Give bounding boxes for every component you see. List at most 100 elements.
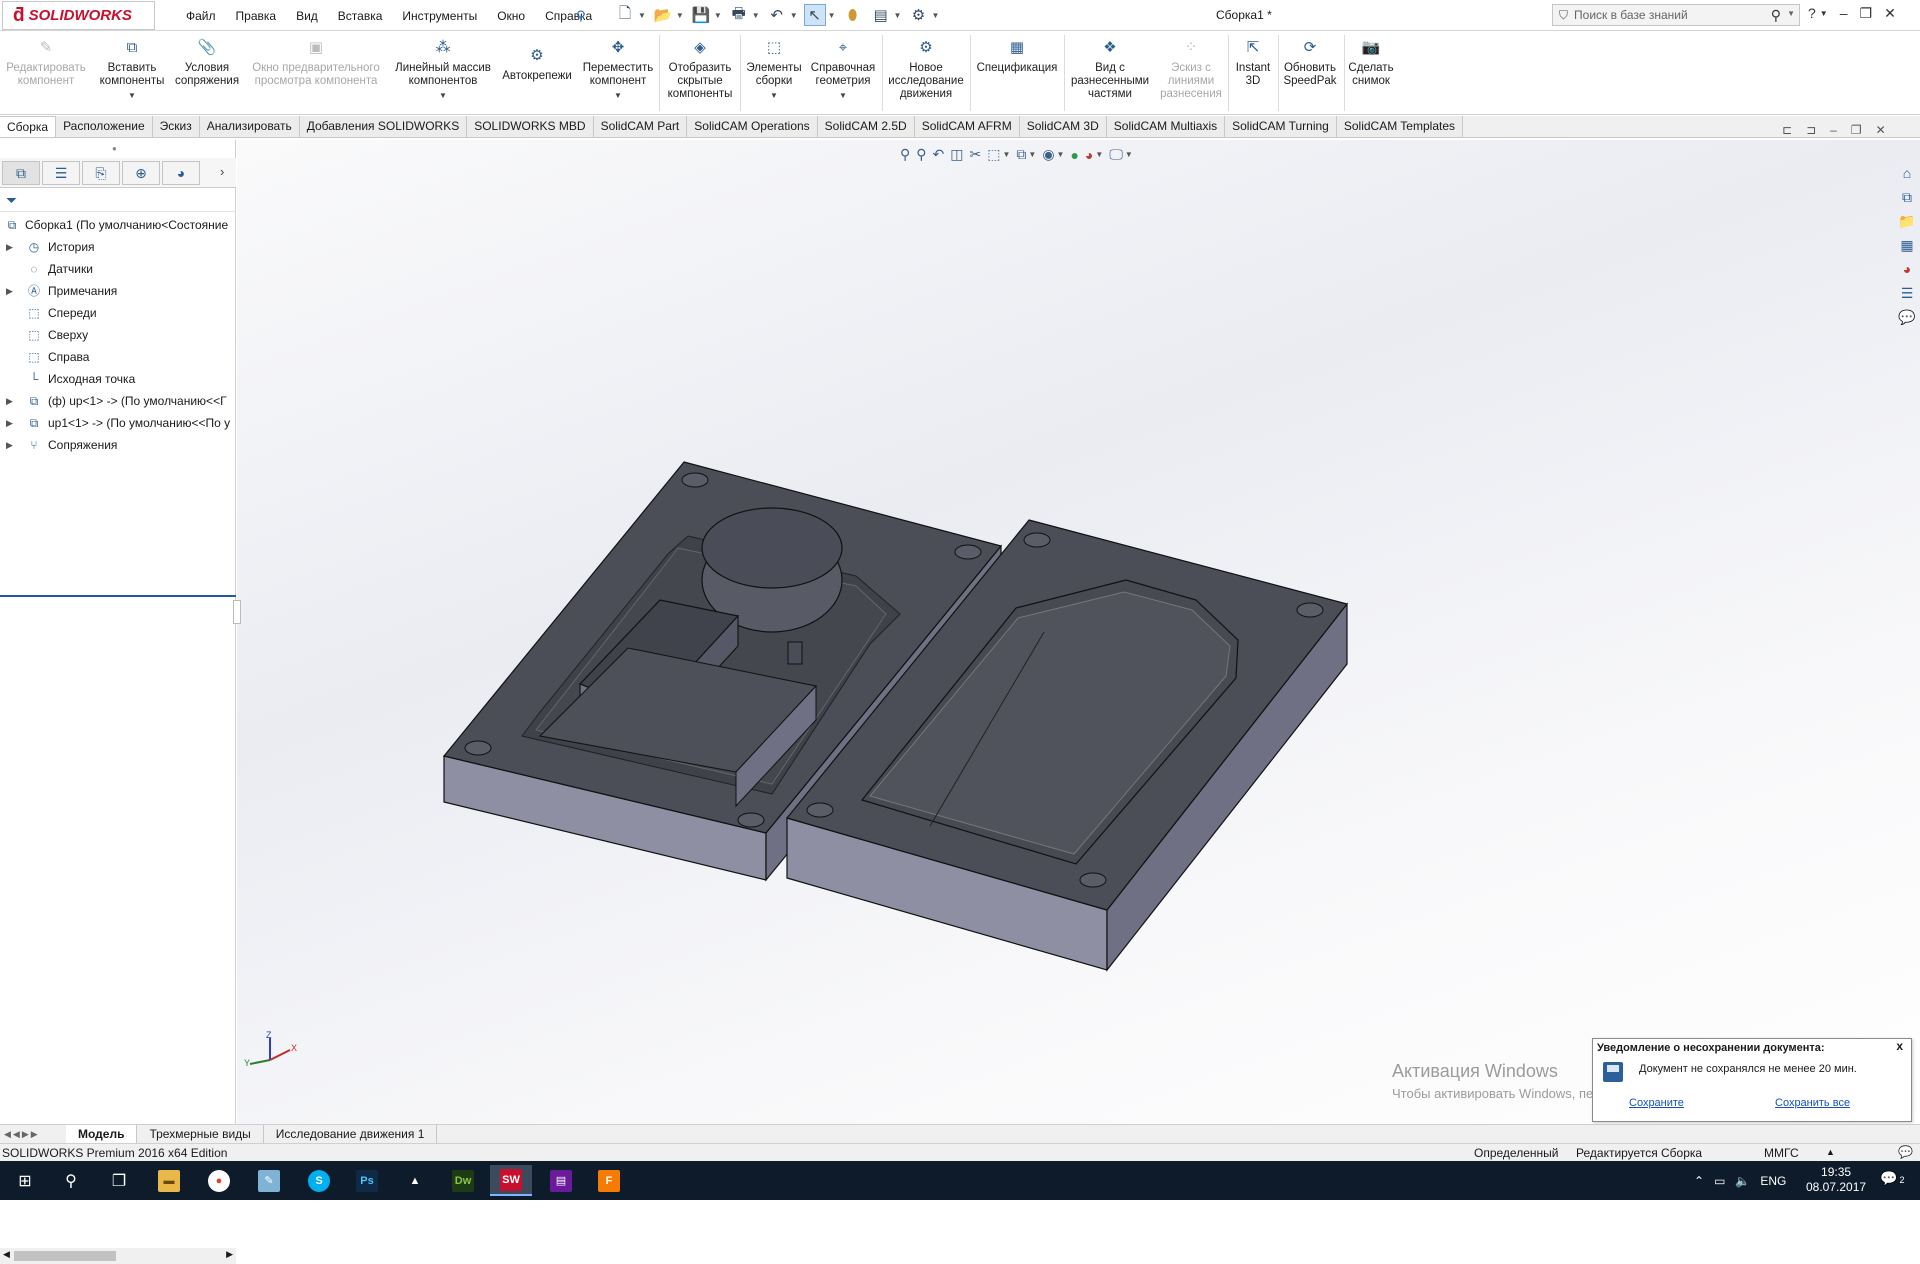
linear-pattern-dropdown-icon[interactable]: ▼ [390, 89, 496, 102]
configuration-manager-tab-icon[interactable]: ⎘ [82, 161, 120, 185]
tree-item-sensors[interactable]: ◌ Датчики [0, 258, 236, 280]
tree-item-mates[interactable]: ▶ ⑂ Сопряжения [0, 434, 236, 456]
custom-properties-icon[interactable]: ☰ [1901, 285, 1914, 303]
appearances-icon[interactable]: ◕ [1903, 261, 1911, 279]
save-icon[interactable]: 💾 [690, 4, 712, 26]
preview-window-button[interactable]: ▣ Окно предварительного просмотра компоне… [246, 40, 386, 88]
knowledge-base-search[interactable]: ⛉ Поиск в базе знаний ⚲ ▼ [1552, 4, 1800, 26]
expand-arrow-icon[interactable]: ▶ [6, 236, 13, 258]
edit-appearance-icon[interactable]: ● [1070, 147, 1078, 163]
tab-mbd[interactable]: SOLIDWORKS MBD [467, 116, 594, 137]
solidworks-taskbar-icon[interactable]: SW [490, 1165, 532, 1196]
expand-arrow-icon[interactable]: ▶ [6, 390, 13, 412]
undo-dropdown-icon[interactable]: ▼ [790, 11, 798, 20]
solidworks-resources-icon[interactable]: ⌂ [1903, 165, 1911, 183]
menu-help[interactable]: Справка [535, 9, 602, 23]
tile-left-icon[interactable]: ⊏ [1782, 123, 1792, 137]
start-button-icon[interactable]: ⊞ [4, 1165, 46, 1196]
action-center-icon[interactable]: 💬 2 [1880, 1170, 1904, 1187]
search-taskbar-icon[interactable]: ⚲ [50, 1165, 92, 1196]
tab-solidcam-multiaxis[interactable]: SolidCAM Multiaxis [1106, 116, 1226, 137]
network-icon[interactable]: ▭ [1714, 1174, 1725, 1188]
view-palette-icon[interactable]: ▦ [1900, 237, 1913, 255]
tree-item-component-up[interactable]: ▶ ⧉ (ф) up<1> -> (По умолчанию<<Г [0, 390, 236, 412]
menu-file[interactable]: Файл [176, 9, 226, 23]
tree-item-front-plane[interactable]: ⬚ Спереди [0, 302, 236, 324]
filter-funnel-icon[interactable]: ⏷ [6, 192, 17, 209]
graphics-area[interactable] [237, 140, 1920, 1126]
tab-solidcam-templates[interactable]: SolidCAM Templates [1336, 116, 1464, 137]
volume-icon[interactable]: 🔈 [1735, 1174, 1750, 1188]
file-explorer-icon[interactable]: 📁 [1898, 213, 1915, 231]
tab-solidcam-operations[interactable]: SolidCAM Operations [687, 116, 818, 137]
expand-arrow-icon[interactable]: ▶ [6, 412, 13, 434]
solidworks-logo[interactable]: ƌ SOLIDWORKS [2, 1, 155, 30]
tree-item-right-plane[interactable]: ⬚ Справа [0, 346, 236, 368]
winrar-icon[interactable]: ▤ [540, 1165, 582, 1196]
tab-addins[interactable]: Добавления SOLIDWORKS [299, 116, 468, 137]
notification-close-icon[interactable]: x [1896, 1039, 1903, 1053]
hide-show-items-icon[interactable]: ◉ [1042, 146, 1054, 163]
pin-menu-icon[interactable]: ⚲ [576, 8, 586, 24]
save-link[interactable]: Сохраните [1629, 1097, 1684, 1109]
tab-solidcam-3d[interactable]: SolidCAM 3D [1019, 116, 1107, 137]
view-settings-dropdown-icon[interactable]: ▼ [1125, 150, 1133, 159]
view-orientation-icon[interactable]: ⬚ [987, 146, 1000, 163]
task-view-icon[interactable]: ❐ [98, 1165, 140, 1196]
dynamic-annotation-icon[interactable]: ✂ [970, 146, 982, 163]
reference-geometry-dropdown-icon[interactable]: ▼ [808, 89, 878, 102]
tree-filter[interactable]: ⏷ [0, 190, 236, 212]
panel-horizontal-scrollbar[interactable]: ◀ ▶ [0, 1248, 236, 1264]
view-orientation-dropdown-icon[interactable]: ▼ [1002, 150, 1010, 159]
select-dropdown-icon[interactable]: ▼ [828, 11, 836, 20]
menu-window[interactable]: Окно [487, 9, 535, 23]
expand-arrow-icon[interactable]: ▶ [6, 434, 13, 456]
units-dropdown-icon[interactable]: ▲ [1826, 1147, 1835, 1157]
tab-evaluate[interactable]: Анализировать [199, 116, 300, 137]
zoom-to-fit-icon[interactable]: ⚲ [900, 146, 910, 163]
tree-item-top-plane[interactable]: ⬚ Сверху [0, 324, 236, 346]
menu-view[interactable]: Вид [286, 9, 328, 23]
search-input[interactable]: Поиск в базе знаний [1574, 8, 1688, 22]
tree-item-history[interactable]: ▶ ◷ История [0, 236, 236, 258]
panel-tabs-more-icon[interactable]: › [220, 164, 224, 179]
save-dropdown-icon[interactable]: ▼ [714, 11, 722, 20]
take-snapshot-button[interactable]: 📷 Сделать снимок [1346, 40, 1396, 88]
assembly-features-button[interactable]: ⬚ Элементы сборки ▼ [742, 40, 806, 102]
display-style-icon[interactable]: ⧉ [1016, 146, 1026, 163]
notepad-icon[interactable]: ✎ [248, 1165, 290, 1196]
doc-close-icon[interactable]: ✕ [1876, 123, 1886, 137]
tab-solidcam-25d[interactable]: SolidCAM 2.5D [817, 116, 915, 137]
close-icon[interactable]: ✕ [1884, 5, 1896, 22]
clock[interactable]: 19:35 08.07.2017 [1806, 1165, 1866, 1195]
properties-dropdown-icon[interactable]: ▼ [894, 11, 902, 20]
section-view-icon[interactable]: ◫ [950, 146, 963, 163]
menu-insert[interactable]: Вставка [328, 9, 393, 23]
design-library-icon[interactable]: ⧉ [1902, 189, 1912, 207]
insert-components-button[interactable]: ⧉ Вставить компоненты ▼ [94, 40, 170, 102]
tile-right-icon[interactable]: ⊐ [1806, 123, 1816, 137]
tab-model[interactable]: Модель [66, 1124, 138, 1144]
feature-manager-tab-icon[interactable]: ⧉ [2, 161, 40, 185]
tree-root-assembly[interactable]: ⧉ Сборка1 (По умолчанию<Состояние [0, 214, 236, 236]
select-cursor-icon[interactable]: ↖ [803, 4, 826, 26]
foxit-icon[interactable]: F [588, 1165, 630, 1196]
previous-view-icon[interactable]: ↶ [933, 146, 945, 163]
tab-sketch[interactable]: Эскиз [152, 116, 200, 137]
file-explorer-taskbar-icon[interactable]: ▬ [148, 1165, 190, 1196]
tab-3d-views[interactable]: Трехмерные виды [137, 1124, 264, 1144]
scroll-thumb[interactable] [14, 1251, 116, 1261]
tab-motion-study[interactable]: Исследование движения 1 [264, 1124, 438, 1144]
doc-minimize-icon[interactable]: – [1830, 123, 1837, 137]
smart-fasteners-button[interactable]: ⚙ Автокрепежи [498, 48, 576, 83]
display-manager-tab-icon[interactable]: ◕ [162, 161, 200, 185]
rebuild-icon[interactable]: ⬮ [842, 4, 864, 26]
panel-splitter-handle[interactable] [233, 600, 241, 624]
scroll-left-icon[interactable]: ◀ [3, 1249, 10, 1260]
options-gear-icon[interactable]: ⚙ [907, 4, 929, 26]
forum-icon[interactable]: 💬 [1898, 309, 1915, 327]
move-component-dropdown-icon[interactable]: ▼ [580, 89, 656, 102]
photoshop-icon[interactable]: Ps [346, 1165, 388, 1196]
language-indicator[interactable]: ENG [1760, 1174, 1786, 1188]
explode-line-sketch-button[interactable]: ⁘ Эскиз с линиями разнесения [1156, 40, 1226, 101]
